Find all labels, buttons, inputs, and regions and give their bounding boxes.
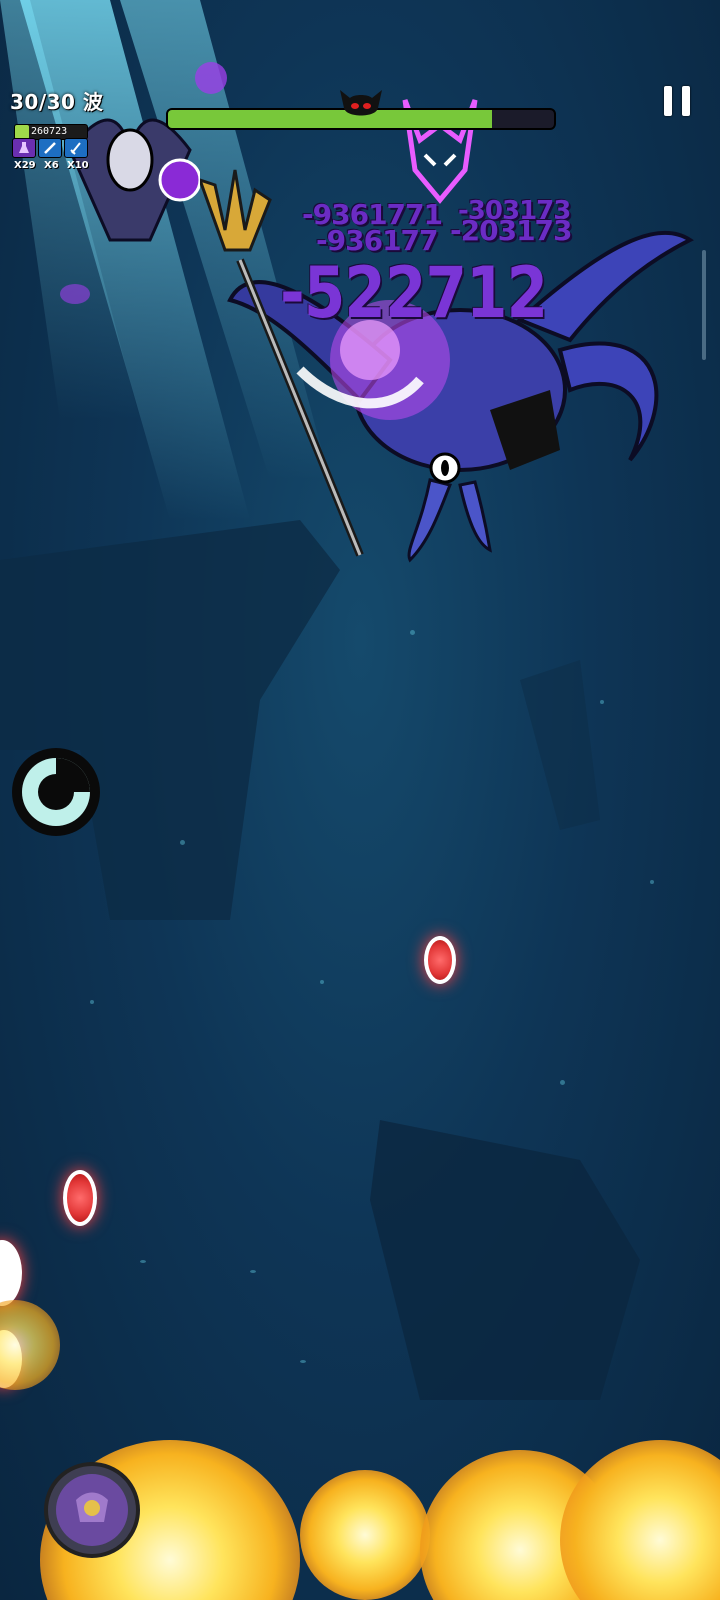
item-count: X10 [67, 160, 89, 171]
pause-bar [682, 86, 690, 116]
game-stage[interactable]: -9361771 -303173 -936177 -203173 -522712… [0, 0, 720, 1600]
player-health-fill [15, 125, 30, 139]
pause-button[interactable] [664, 86, 690, 116]
fish [140, 1260, 146, 1263]
potion-icon[interactable] [12, 138, 36, 158]
ability-button[interactable] [42, 1460, 142, 1560]
sword-icon[interactable] [38, 138, 62, 158]
wave-counter: 30/30 波 [10, 90, 104, 114]
fireball [300, 1470, 430, 1600]
fish [300, 1360, 306, 1363]
item-count: X29 [14, 160, 36, 171]
enemy-orb [424, 936, 456, 984]
fireball [560, 1440, 720, 1600]
bubble [600, 700, 604, 704]
bubble [650, 880, 654, 884]
cooldown-skill-button[interactable] [8, 744, 104, 840]
bubble [180, 840, 185, 845]
fish [250, 1270, 256, 1273]
background-ruins [0, 520, 640, 1400]
player-health-value: 260723 [31, 126, 68, 137]
bubble [410, 630, 415, 635]
item-count: X6 [44, 160, 59, 171]
dagger-icon[interactable] [64, 138, 88, 158]
damage-number-big: -522712 [280, 252, 548, 334]
enemy-orb [63, 1170, 97, 1226]
pause-bar [664, 86, 672, 116]
boss-health-fill [168, 110, 493, 128]
bubble [560, 1080, 565, 1085]
bubble [90, 1000, 94, 1004]
scroll-indicator [702, 250, 706, 360]
purple-orb [60, 284, 90, 304]
damage-number-small: -203173 [450, 214, 573, 247]
purple-orb [195, 62, 227, 94]
demon-skull-icon [340, 90, 382, 116]
bubble [320, 980, 324, 984]
